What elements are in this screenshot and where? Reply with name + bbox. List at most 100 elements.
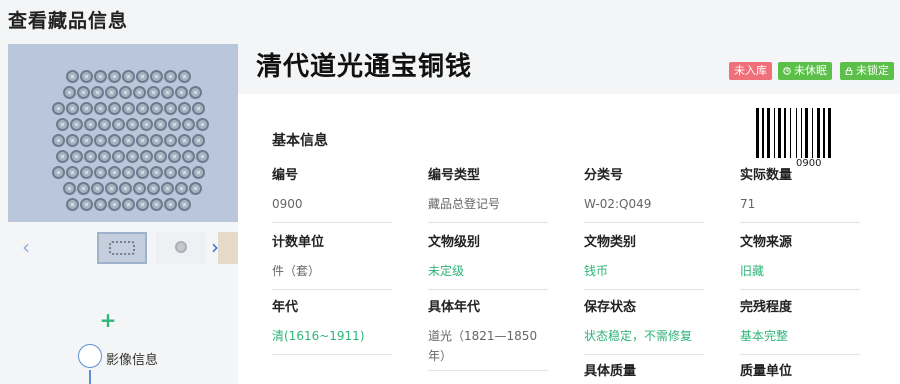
coin-shape bbox=[63, 182, 76, 195]
field-value[interactable]: 未定级 bbox=[428, 261, 548, 290]
prev-arrow-icon[interactable]: ‹ bbox=[22, 236, 30, 258]
field-number: 编号 0900 bbox=[272, 164, 392, 223]
coin-shape bbox=[108, 198, 121, 211]
field-mass-unit: 质量单位 bbox=[740, 360, 860, 379]
field-value[interactable]: 基本完整 bbox=[740, 326, 860, 355]
field-relic-category: 文物类别 钱币 bbox=[584, 231, 704, 290]
coin-shape bbox=[182, 150, 195, 163]
coin-shape bbox=[150, 102, 163, 115]
field-specific-mass: 具体质量 bbox=[584, 360, 704, 379]
thumbnail-2[interactable] bbox=[156, 232, 206, 264]
barcode-bar bbox=[796, 108, 797, 158]
coin-shape bbox=[140, 118, 153, 131]
coin-shape bbox=[66, 198, 79, 211]
coin-shape bbox=[164, 134, 177, 147]
field-label: 编号 bbox=[272, 168, 299, 183]
coin-shape bbox=[196, 150, 209, 163]
barcode-image bbox=[756, 108, 862, 158]
coin-shape bbox=[80, 134, 93, 147]
coin-shape bbox=[56, 118, 69, 131]
basic-info-panel: 基本信息 0900 编号 0900 编号类型 藏品总登记号 分类号 W-02:Q… bbox=[238, 94, 900, 384]
lock-icon bbox=[845, 67, 853, 75]
page-title: 查看藏品信息 bbox=[8, 10, 129, 32]
coin-shape bbox=[196, 118, 209, 131]
coin-shape bbox=[164, 166, 177, 179]
relic-title: 清代道光通宝铜钱 bbox=[256, 52, 473, 82]
coin-shape bbox=[84, 118, 97, 131]
field-value[interactable]: 钱币 bbox=[584, 261, 704, 290]
coin-shape bbox=[178, 102, 191, 115]
field-label: 文物来源 bbox=[740, 235, 793, 250]
coin-shape bbox=[84, 150, 97, 163]
field-number-type: 编号类型 藏品总登记号 bbox=[428, 164, 548, 223]
coin-shape bbox=[133, 86, 146, 99]
coin-shape bbox=[150, 166, 163, 179]
field-label: 质量单位 bbox=[740, 364, 793, 379]
coin-shape bbox=[91, 86, 104, 99]
coin-shape bbox=[136, 198, 149, 211]
coin-shape bbox=[108, 102, 121, 115]
thumbnail-3[interactable] bbox=[218, 232, 238, 264]
coin-shape bbox=[168, 150, 181, 163]
field-value: 藏品总登记号 bbox=[428, 194, 548, 223]
coin-shape bbox=[56, 150, 69, 163]
field-value[interactable]: 状态稳定，不需修复 bbox=[584, 326, 704, 355]
coin-shape bbox=[94, 134, 107, 147]
coin-shape bbox=[105, 86, 118, 99]
coin-shape bbox=[136, 134, 149, 147]
coin-shape bbox=[70, 150, 83, 163]
coin-shape bbox=[140, 150, 153, 163]
coin-shape bbox=[66, 166, 79, 179]
lock-status-text: 未锁定 bbox=[856, 64, 889, 77]
image-info-label: 影像信息 bbox=[106, 353, 159, 368]
coin-shape bbox=[94, 70, 107, 83]
coin-shape bbox=[119, 86, 132, 99]
field-relic-grade: 文物级别 未定级 bbox=[428, 231, 548, 290]
coin-shape bbox=[122, 198, 135, 211]
field-label: 文物类别 bbox=[584, 235, 637, 250]
barcode-bar bbox=[828, 108, 831, 158]
thumbnail-1[interactable] bbox=[97, 232, 147, 264]
coin-shape bbox=[175, 86, 188, 99]
field-label: 编号类型 bbox=[428, 168, 481, 183]
field-label: 保存状态 bbox=[584, 300, 637, 315]
field-value: 道光（1821—1850年） bbox=[428, 326, 548, 371]
coin-shape bbox=[147, 86, 160, 99]
storage-status-text: 未入库 bbox=[734, 64, 767, 77]
coin-shape bbox=[164, 102, 177, 115]
next-arrow-icon[interactable]: › bbox=[211, 236, 219, 258]
field-value[interactable]: 旧藏 bbox=[740, 261, 860, 290]
coin-shape bbox=[105, 182, 118, 195]
coin-shape bbox=[164, 70, 177, 83]
field-completeness: 完残程度 基本完整 bbox=[740, 296, 860, 355]
coin-shape bbox=[52, 134, 65, 147]
field-relic-source: 文物来源 旧藏 bbox=[740, 231, 860, 290]
clock-icon bbox=[783, 67, 791, 75]
coin-shape bbox=[52, 102, 65, 115]
coin-shape bbox=[66, 70, 79, 83]
coin-shape bbox=[136, 70, 149, 83]
main-relic-image[interactable] bbox=[8, 44, 238, 222]
coin-shape bbox=[98, 118, 111, 131]
image-info-node[interactable]: 影像信息 bbox=[78, 344, 228, 372]
coin-shape bbox=[182, 118, 195, 131]
barcode-bar bbox=[778, 108, 781, 158]
coin-shape bbox=[168, 118, 181, 131]
coin-shape bbox=[77, 182, 90, 195]
coin-shape bbox=[161, 86, 174, 99]
field-label: 实际数量 bbox=[740, 168, 793, 183]
coin-shape bbox=[136, 166, 149, 179]
lock-status-badge: 未锁定 bbox=[840, 62, 894, 80]
add-icon[interactable]: + bbox=[98, 310, 118, 330]
field-specific-era: 具体年代 道光（1821—1850年） bbox=[428, 296, 548, 371]
barcode-bar bbox=[790, 108, 791, 158]
coin-shape bbox=[189, 182, 202, 195]
coin-shape bbox=[66, 134, 79, 147]
field-value[interactable]: 清(1616~1911) bbox=[272, 326, 392, 355]
coin-shape bbox=[126, 118, 139, 131]
coin-shape bbox=[175, 182, 188, 195]
coin-shape bbox=[161, 182, 174, 195]
thumbnail-strip: ‹ › bbox=[8, 230, 238, 266]
coin-shape bbox=[66, 102, 79, 115]
coin-shape bbox=[94, 166, 107, 179]
